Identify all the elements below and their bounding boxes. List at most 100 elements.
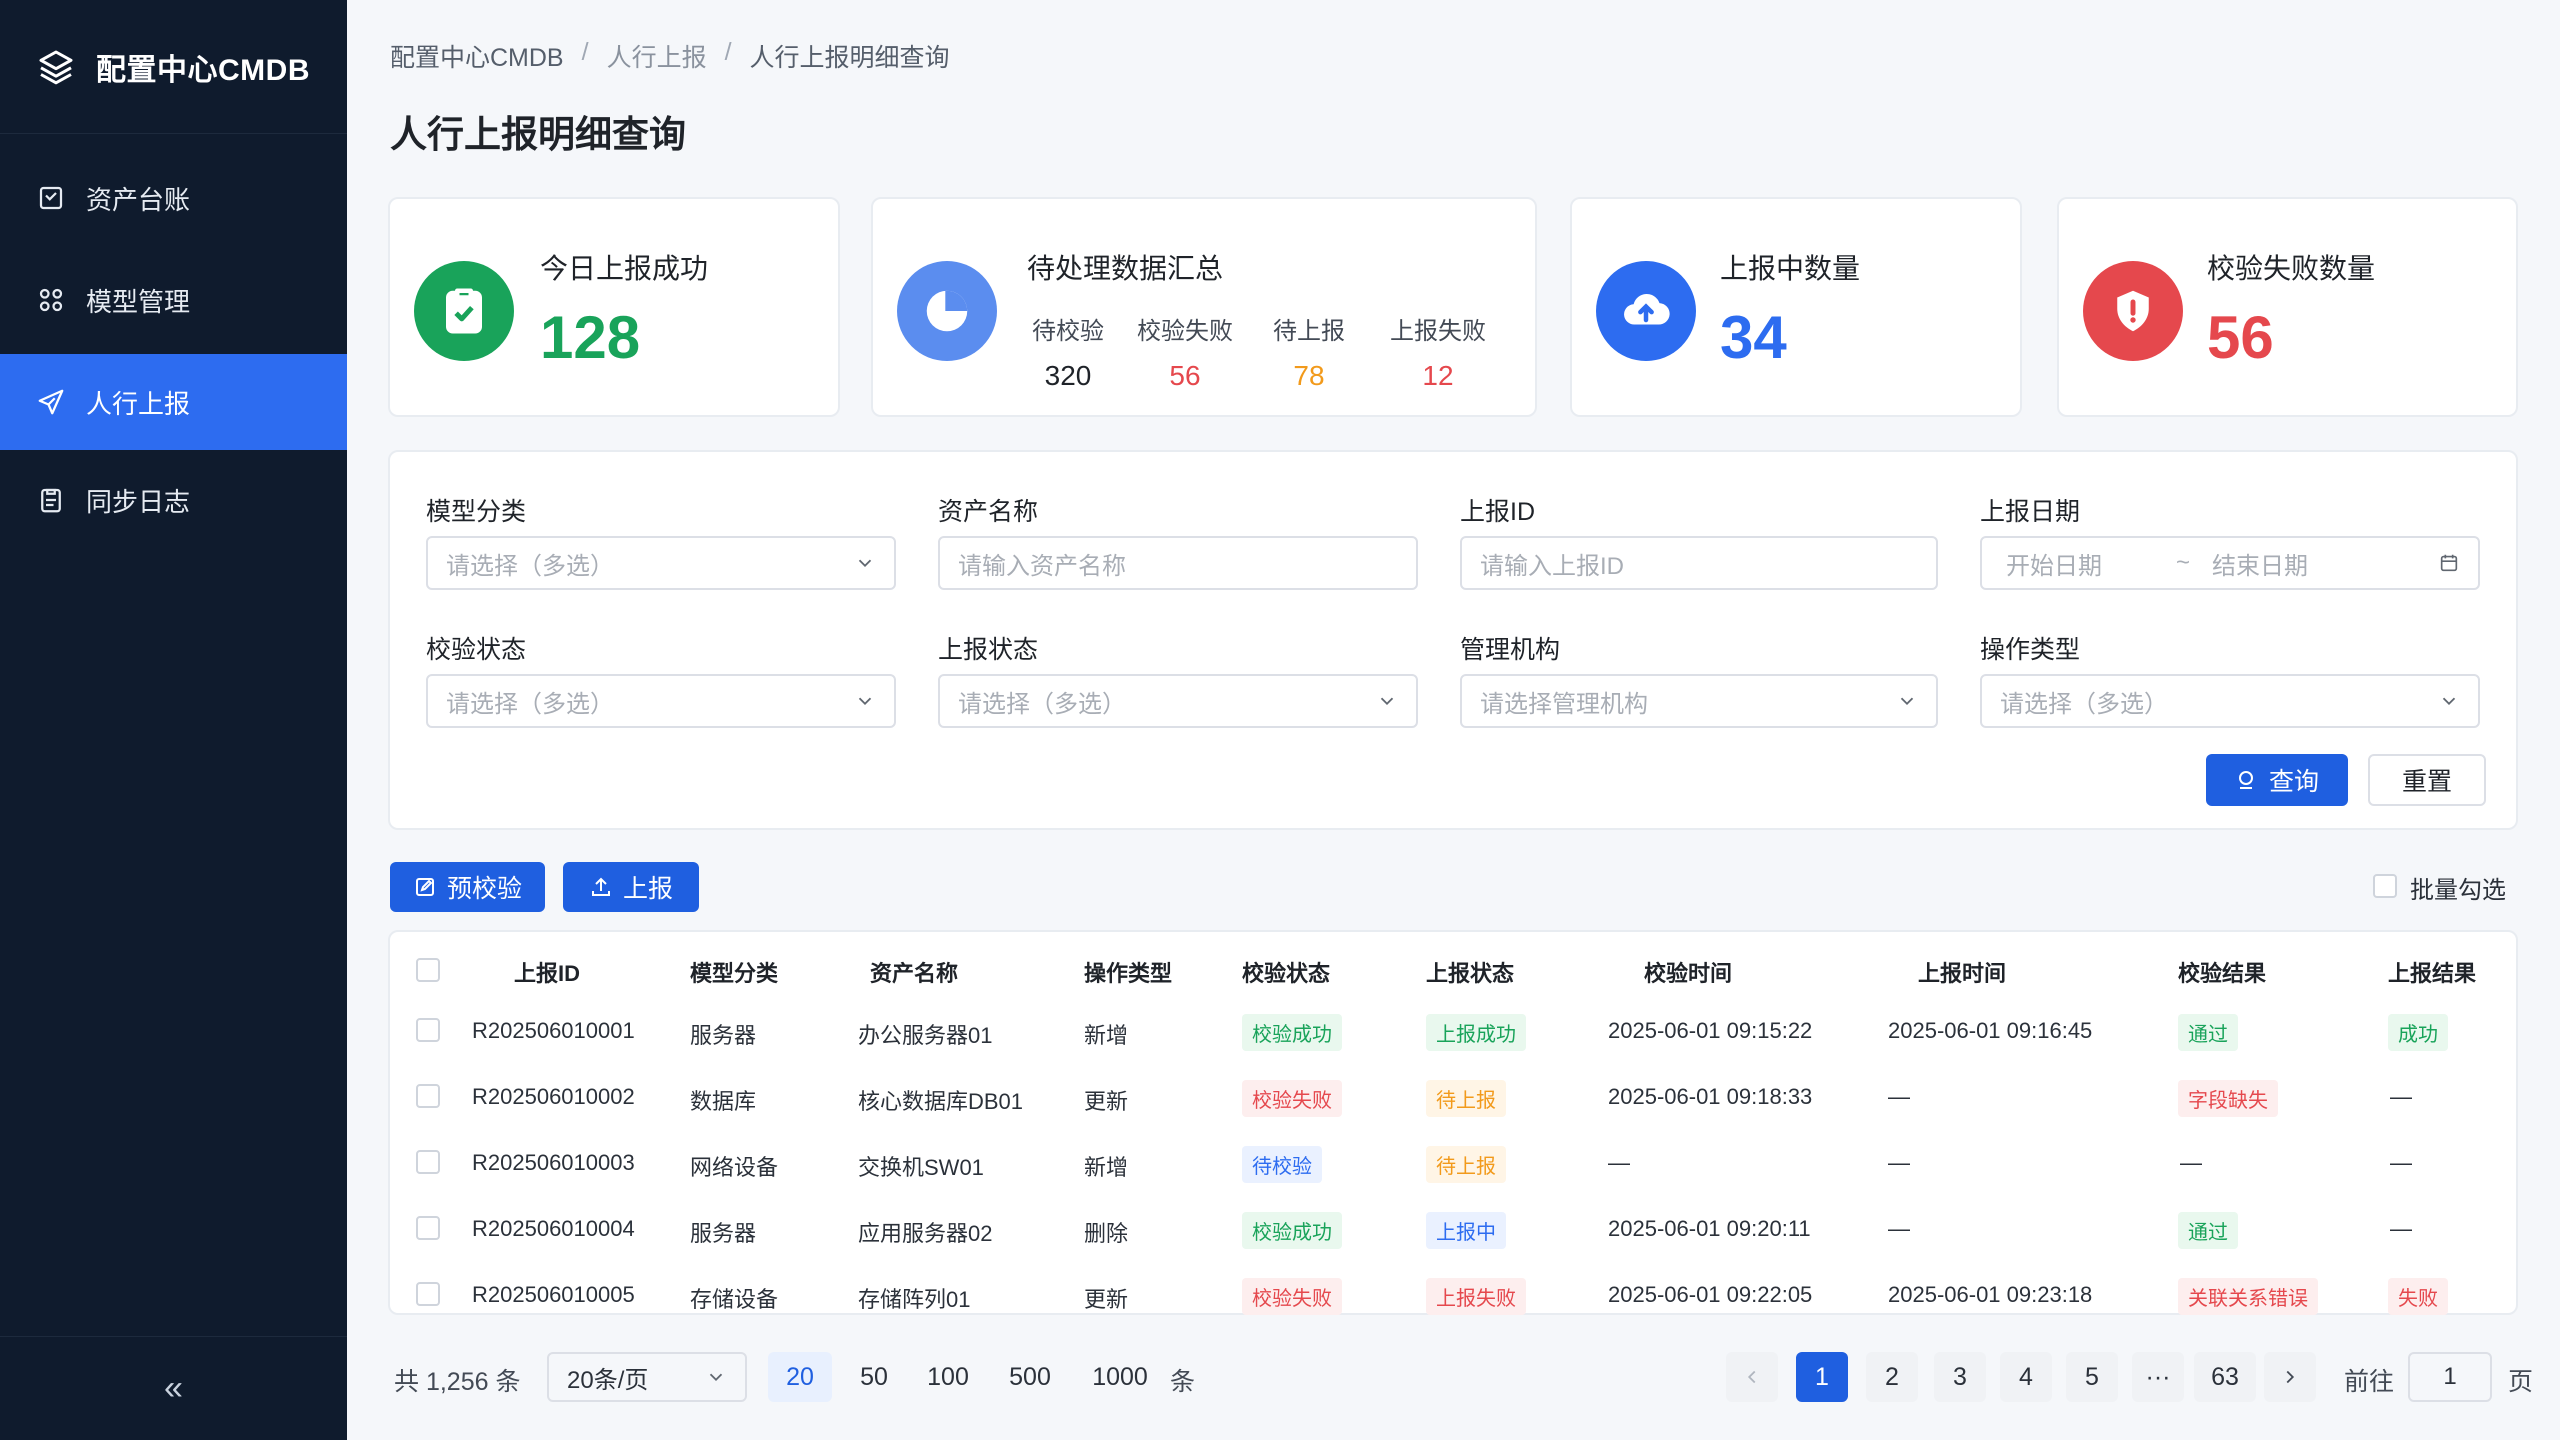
column-header[interactable]: 上报ID [514, 956, 580, 988]
cell-asset-name: 核心数据库DB01 [858, 1089, 1024, 1114]
select-all-checkbox[interactable] [416, 958, 440, 982]
report-button[interactable]: 上报 [563, 862, 699, 912]
filter-label: 上报ID [1460, 498, 1536, 526]
stat-value: 12 [1422, 360, 1454, 391]
verify-result-badge: 通过 [2178, 1212, 2238, 1249]
layers-icon [39, 50, 73, 84]
report-date-range[interactable]: 开始日期 ~ 结束日期 [1980, 536, 2480, 590]
cell-asset-name: 交换机SW01 [858, 1155, 984, 1180]
reset-button[interactable]: 重置 [2368, 754, 2486, 806]
page-ellipsis[interactable]: ··· [2132, 1352, 2184, 1402]
select-placeholder: 请选择（多选） [446, 552, 614, 580]
start-date-placeholder[interactable]: 开始日期 [2006, 546, 2176, 581]
breadcrumb-item-current: 人行上报明细查询 [749, 44, 950, 72]
pending-report-stat: 待上报 78 [1269, 311, 1349, 392]
stat-value: 78 [1293, 360, 1325, 391]
row-checkbox[interactable] [416, 1282, 440, 1306]
cell-report-time: — [1888, 1084, 1910, 1109]
page-size-option[interactable]: 1000 [1084, 1352, 1156, 1402]
clipboard-icon [41, 488, 61, 513]
shield-alert-icon [2083, 261, 2183, 361]
brand[interactable]: 配置中心CMDB [0, 0, 347, 134]
column-header[interactable]: 上报状态 [1426, 956, 1514, 988]
row-checkbox[interactable] [416, 1084, 440, 1108]
cell-asset-name: 存储阵列01 [858, 1287, 971, 1312]
column-header[interactable]: 校验时间 [1644, 956, 1732, 988]
sidebar-item-model-management[interactable]: 模型管理 [0, 252, 347, 348]
sidebar-item-asset-ledger[interactable]: 资产台账 [0, 150, 347, 246]
column-header[interactable]: 上报时间 [1918, 956, 2006, 988]
goto-unit: 页 [2508, 1368, 2534, 1396]
row-checkbox[interactable] [416, 1216, 440, 1240]
cell-verify-result: — [2180, 1150, 2202, 1175]
prev-page-button[interactable] [1726, 1352, 1778, 1402]
precheck-button-label: 预校验 [446, 875, 522, 903]
next-page-button[interactable] [2264, 1352, 2316, 1402]
filter-label: 操作类型 [1980, 636, 2081, 664]
cell-report-result: — [2390, 1216, 2412, 1241]
sidebar-item-label: 模型管理 [86, 286, 191, 317]
row-checkbox[interactable] [416, 1150, 440, 1174]
page-button-1[interactable]: 1 [1796, 1352, 1848, 1402]
cell-report-result: — [2390, 1150, 2412, 1175]
report-status-select[interactable]: 请选择（多选） [938, 674, 1418, 728]
stat-label: 待校验 [1032, 318, 1104, 345]
search-button-label: 查询 [2268, 768, 2319, 796]
batch-select-checkbox[interactable] [2373, 874, 2397, 898]
page-title: 人行上报明细查询 [390, 114, 686, 155]
report-result-badge: 成功 [2388, 1014, 2448, 1051]
column-header[interactable]: 模型分类 [690, 956, 778, 988]
model-category-select[interactable]: 请选择（多选） [426, 536, 896, 590]
chevron-left-icon [1747, 1370, 1756, 1384]
column-header[interactable]: 资产名称 [870, 956, 958, 988]
cell-verify-time: — [1608, 1150, 1630, 1175]
select-placeholder: 请选择管理机构 [1480, 690, 1648, 718]
asset-name-input[interactable]: 请输入资产名称 [938, 536, 1418, 590]
verify-status-select[interactable]: 请选择（多选） [426, 674, 896, 728]
end-date-placeholder[interactable]: 结束日期 [2212, 546, 2308, 581]
page-size-option[interactable]: 100 [920, 1352, 976, 1402]
select-placeholder: 请选择（多选） [2000, 690, 2168, 718]
cloud-upload-icon [1596, 261, 1696, 361]
page-button-5[interactable]: 5 [2066, 1352, 2118, 1402]
breadcrumb-separator: / [581, 38, 589, 66]
page-button-last[interactable]: 63 [2194, 1352, 2256, 1402]
verify-fail-stat: 校验失败 56 [1135, 311, 1235, 392]
cell-asset-name: 办公服务器01 [858, 1023, 993, 1048]
breadcrumb-item[interactable]: 人行上报 [607, 38, 707, 74]
column-header[interactable]: 操作类型 [1084, 956, 1172, 988]
op-type-select[interactable]: 请选择（多选） [1980, 674, 2480, 728]
column-header[interactable]: 校验结果 [2178, 956, 2266, 988]
page-size-option[interactable]: 50 [852, 1352, 896, 1402]
reporting-count-card: 上报中数量 34 [1570, 197, 2022, 417]
sidebar-item-label: 资产台账 [86, 184, 191, 215]
row-checkbox[interactable] [416, 1018, 440, 1042]
report-id-input[interactable]: 请输入上报ID [1460, 536, 1938, 590]
filter-label: 模型分类 [426, 498, 527, 526]
cell-report-time: 2025-06-01 09:16:45 [1888, 1018, 2093, 1043]
date-separator: ~ [2176, 549, 2191, 576]
cell-report-time: — [1888, 1216, 1910, 1241]
precheck-button[interactable]: 预校验 [390, 862, 545, 912]
collapse-sidebar-button[interactable]: « [0, 1336, 347, 1440]
page-button-2[interactable]: 2 [1866, 1352, 1918, 1402]
page-size-select[interactable]: 20条/页 [547, 1352, 747, 1402]
sidebar-item-sync-log[interactable]: 同步日志 [0, 452, 347, 548]
org-select[interactable]: 请选择管理机构 [1460, 674, 1938, 728]
select-placeholder: 请选择（多选） [446, 690, 614, 718]
search-button[interactable]: 查询 [2206, 754, 2348, 806]
column-header[interactable]: 校验状态 [1242, 956, 1330, 988]
cell-op-type: 新增 [1084, 1155, 1129, 1180]
page-size-option[interactable]: 500 [1000, 1352, 1060, 1402]
input-placeholder: 请输入上报ID [1480, 552, 1624, 580]
page-button-3[interactable]: 3 [1934, 1352, 1986, 1402]
sidebar-item-pboc-report[interactable]: 人行上报 [0, 354, 347, 450]
cell-report-time: — [1888, 1150, 1910, 1175]
column-header[interactable]: 上报结果 [2388, 956, 2476, 988]
page-size-option[interactable]: 20 [768, 1352, 832, 1402]
stat-value: 320 [1044, 360, 1092, 391]
goto-page-input[interactable]: 1 [2408, 1352, 2492, 1402]
page-button-4[interactable]: 4 [2000, 1352, 2052, 1402]
stat-label: 上报失败 [1390, 318, 1486, 345]
breadcrumb-item[interactable]: 配置中心CMDB [390, 38, 564, 74]
